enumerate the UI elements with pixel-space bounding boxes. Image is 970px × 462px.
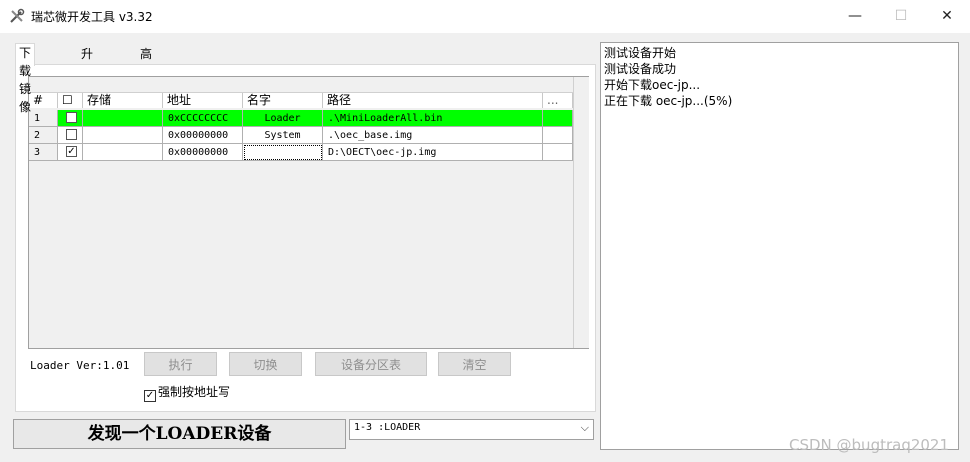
column-header-name[interactable]: 名字 — [243, 93, 323, 108]
tab-advanced[interactable]: 高级功能 — [137, 45, 156, 115]
log-line: 测试设备开始 — [604, 46, 677, 60]
row-index: 3 — [29, 144, 58, 161]
row-address[interactable]: 0xCCCCCCCC — [163, 110, 243, 127]
row-storage[interactable] — [83, 110, 163, 127]
window-title: 瑞芯微开发工具 v3.32 — [31, 10, 153, 24]
tab-download-image[interactable]: 下载镜像 — [15, 43, 36, 114]
row-checkbox[interactable] — [66, 112, 77, 123]
row-checkbox-cell[interactable] — [58, 127, 83, 144]
row-storage[interactable] — [83, 144, 163, 161]
force-write-checkbox[interactable]: ✓ — [144, 390, 156, 402]
log-line: 测试设备成功 — [604, 62, 677, 76]
row-index: 2 — [29, 127, 58, 144]
column-header-select-all[interactable]: ☐ — [58, 93, 83, 108]
run-button[interactable]: 执行 — [144, 352, 217, 376]
row-storage[interactable] — [83, 127, 163, 144]
row-path[interactable]: .\oec_base.img — [323, 127, 543, 144]
row-address[interactable]: 0x00000000 — [163, 127, 243, 144]
log-output[interactable]: 测试设备开始 测试设备成功 开始下载oec-jp... 正在下载 oec-jp.… — [600, 42, 959, 450]
log-line: 正在下载 oec-jp...(5%) — [604, 94, 733, 108]
column-header-path[interactable]: 路径 — [323, 93, 543, 108]
table-header-band — [29, 77, 573, 93]
device-status: 发现一个LOADER设备 — [13, 419, 346, 449]
table-row[interactable]: 2 0x00000000 System .\oec_base.img — [29, 127, 573, 144]
column-header-address[interactable]: 地址 — [163, 93, 243, 108]
row-checkbox-cell[interactable] — [58, 110, 83, 127]
row-name[interactable]: Loader — [243, 110, 323, 127]
chevron-down-icon[interactable]: ⌵ — [581, 421, 589, 435]
tools-icon — [10, 8, 25, 23]
log-line: 开始下载oec-jp... — [604, 78, 701, 92]
maximize-button[interactable]: ☐ — [878, 0, 924, 33]
device-select-value: 1-3 :LOADER — [354, 422, 421, 433]
table-header: # ☐ 存储 地址 名字 路径 ... — [29, 93, 573, 108]
title-bar: 瑞芯微开发工具 v3.32 — ☐ ✕ — [0, 0, 970, 33]
force-write-option[interactable]: ✓ 强制按地址写 — [144, 383, 230, 402]
row-browse[interactable] — [543, 144, 573, 161]
row-checkbox-cell[interactable]: ✓ — [58, 144, 83, 161]
column-header-index: # — [29, 93, 58, 108]
row-name[interactable] — [243, 144, 323, 161]
force-write-label: 强制按地址写 — [158, 385, 231, 399]
row-path[interactable]: .\MiniLoaderAll.bin — [323, 110, 543, 127]
partition-table-button[interactable]: 设备分区表 — [315, 352, 427, 376]
row-name[interactable]: System — [243, 127, 323, 144]
row-browse[interactable] — [543, 110, 573, 127]
table-row[interactable]: 1 0xCCCCCCCC Loader .\MiniLoaderAll.bin — [29, 110, 573, 127]
switch-button[interactable]: 切换 — [229, 352, 302, 376]
column-header-more[interactable]: ... — [543, 93, 573, 108]
tab-upgrade-firmware[interactable]: 升级固件 — [78, 45, 97, 115]
close-button[interactable]: ✕ — [924, 0, 970, 33]
clear-button[interactable]: 清空 — [438, 352, 511, 376]
row-address[interactable]: 0x00000000 — [163, 144, 243, 161]
loader-version: Loader Ver:1.01 — [30, 359, 130, 372]
row-index: 1 — [29, 110, 58, 127]
partition-table: # ☐ 存储 地址 名字 路径 ... 1 0xCCCCCCCC Loader … — [28, 76, 589, 349]
row-path[interactable]: D:\OECT\oec-jp.img — [323, 144, 543, 161]
row-browse[interactable] — [543, 127, 573, 144]
minimize-button[interactable]: — — [832, 0, 878, 33]
table-scrollbar[interactable] — [573, 77, 589, 348]
row-checkbox[interactable] — [66, 129, 77, 140]
column-header-storage[interactable]: 存储 — [83, 93, 163, 108]
device-select[interactable]: 1-3 :LOADER ⌵ — [349, 419, 594, 440]
watermark: CSDN @bugtraq2021 — [789, 436, 950, 454]
row-checkbox[interactable]: ✓ — [66, 146, 77, 157]
table-row[interactable]: 3 ✓ 0x00000000 D:\OECT\oec-jp.img — [29, 144, 573, 161]
